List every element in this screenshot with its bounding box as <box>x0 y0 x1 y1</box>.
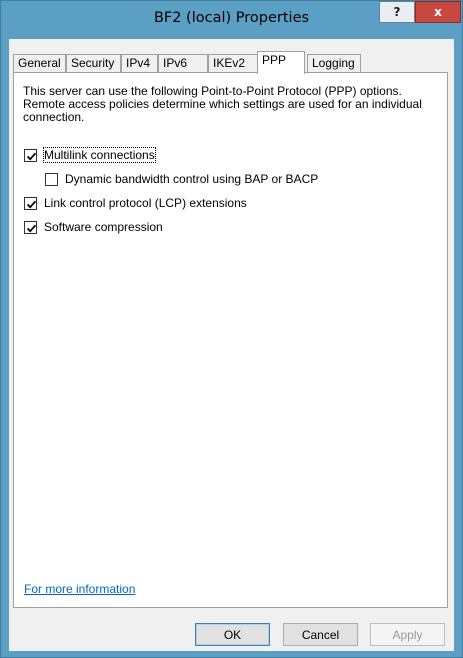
title-bar[interactable]: BF2 (local) Properties ? x <box>1 1 462 39</box>
ok-button[interactable]: OK <box>195 623 270 646</box>
cancel-button[interactable]: Cancel <box>283 623 358 646</box>
lcp-extensions-label: Link control protocol (LCP) extensions <box>44 196 247 210</box>
lcp-extensions-option[interactable]: Link control protocol (LCP) extensions <box>24 196 247 210</box>
multilink-label: Multilink connections <box>43 147 156 163</box>
tab-security[interactable]: Security <box>66 54 121 73</box>
ppp-description: This server can use the following Point-… <box>23 84 422 124</box>
help-button[interactable]: ? <box>379 1 415 23</box>
tab-logging[interactable]: Logging <box>307 54 361 73</box>
close-button[interactable]: x <box>415 1 461 23</box>
ppp-tab-panel: This server can use the following Point-… <box>13 72 448 608</box>
tab-general[interactable]: General <box>13 54 66 73</box>
apply-button[interactable]: Apply <box>370 623 445 646</box>
bap-bacp-checkbox[interactable] <box>45 172 58 186</box>
software-compression-checkbox[interactable] <box>24 220 37 234</box>
software-compression-option[interactable]: Software compression <box>24 220 163 234</box>
tab-ipv6[interactable]: IPv6 <box>158 54 208 73</box>
software-compression-label: Software compression <box>44 220 163 234</box>
more-information-link[interactable]: For more information <box>24 582 135 596</box>
tab-ipv4[interactable]: IPv4 <box>121 54 158 73</box>
bap-bacp-label: Dynamic bandwidth control using BAP or B… <box>65 172 319 186</box>
tab-ikev2[interactable]: IKEv2 <box>208 54 259 73</box>
multilink-option[interactable]: Multilink connections <box>24 147 156 163</box>
tab-ppp[interactable]: PPP <box>257 51 305 74</box>
dialog-client-area: General Security IPv4 IPv6 IKEv2 PPP Log… <box>9 39 454 651</box>
lcp-extensions-checkbox[interactable] <box>24 196 37 210</box>
properties-dialog: BF2 (local) Properties ? x General Secur… <box>0 0 463 658</box>
multilink-checkbox[interactable] <box>24 148 37 162</box>
bap-bacp-option[interactable]: Dynamic bandwidth control using BAP or B… <box>45 172 318 186</box>
